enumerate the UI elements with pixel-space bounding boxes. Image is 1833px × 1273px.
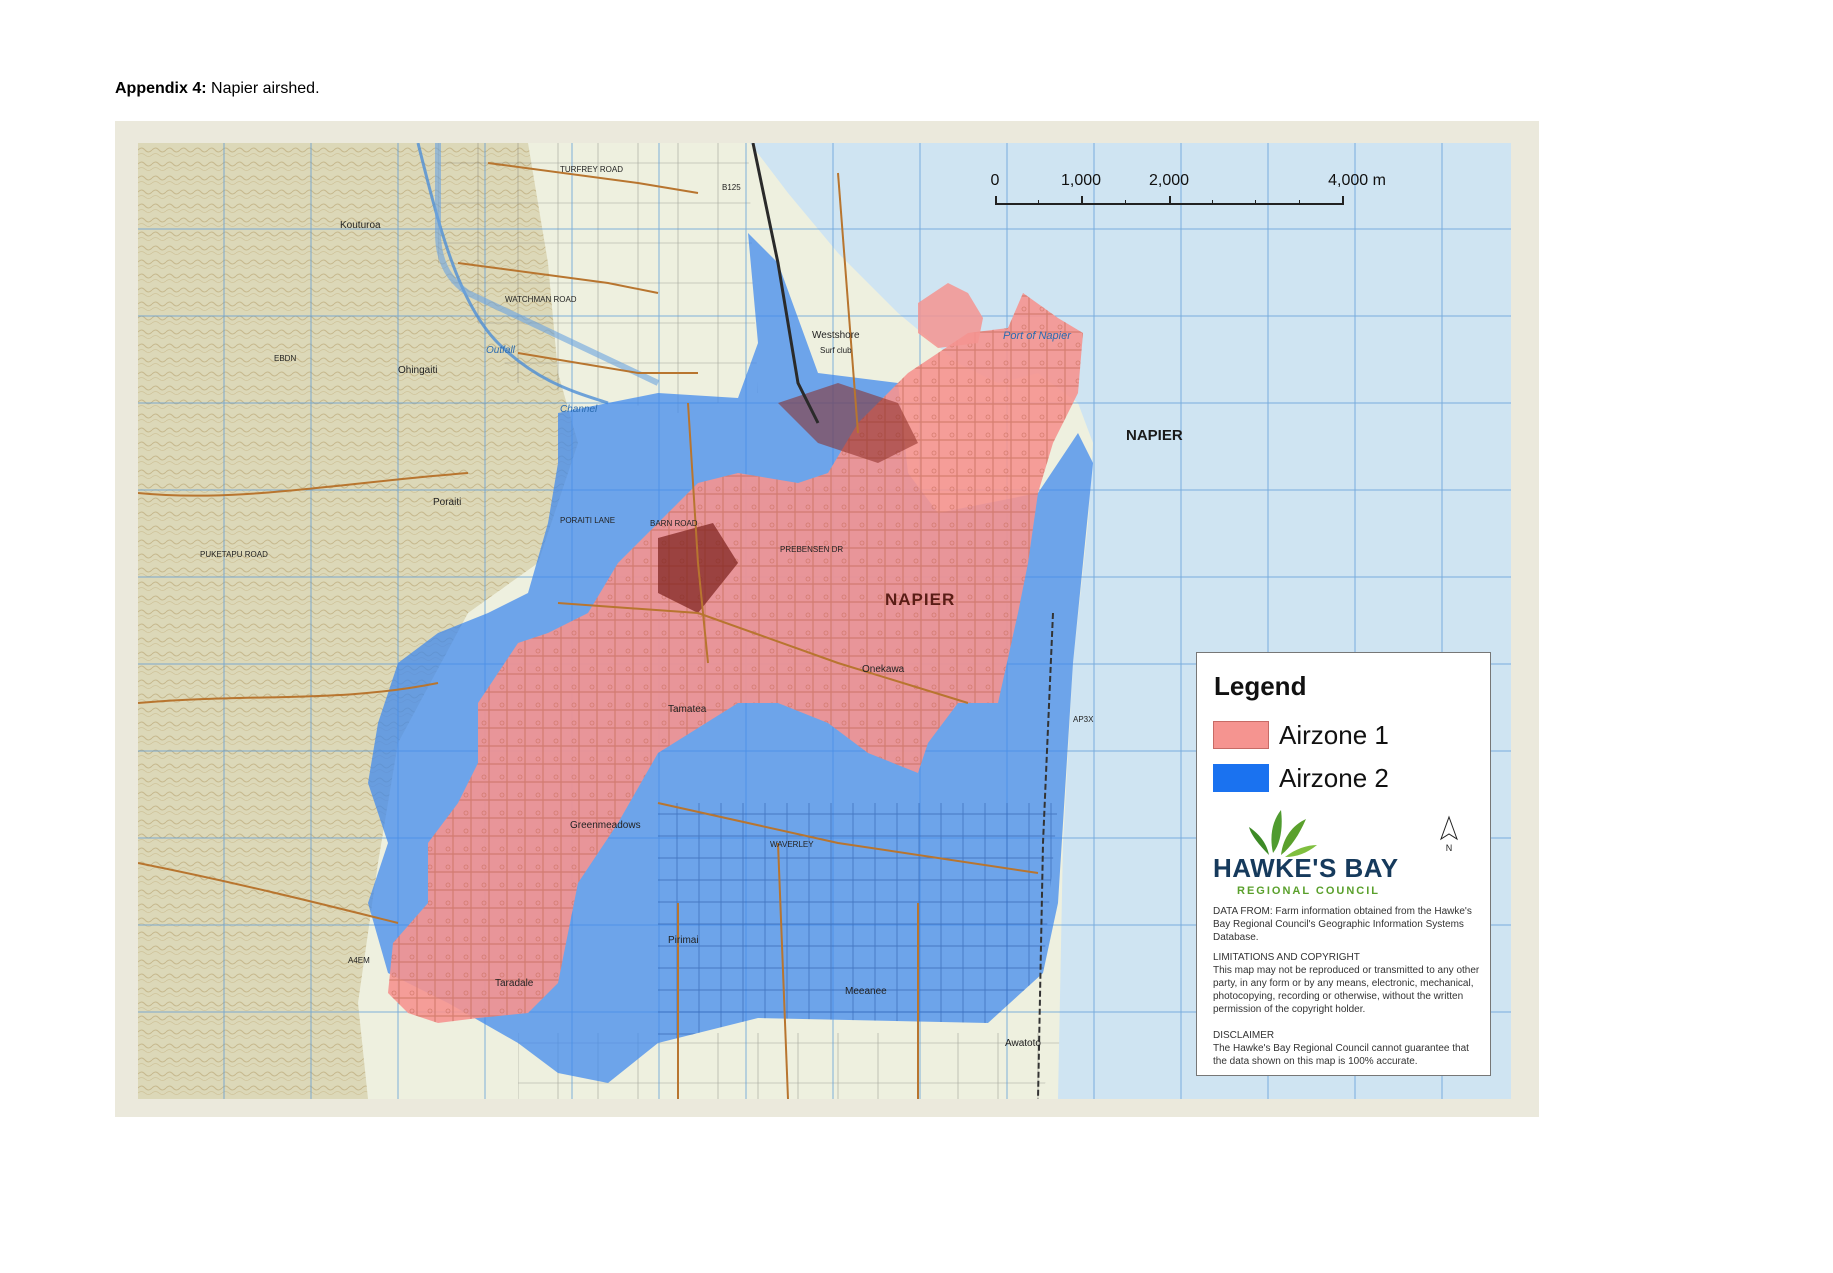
- label-poraiti: Poraiti: [433, 497, 462, 508]
- label-barn-road: BARN ROAD: [650, 519, 698, 528]
- north-arrow-icon: N: [1440, 815, 1458, 853]
- scale-label-2000: 2,000: [1148, 172, 1190, 189]
- label-b125: B125: [722, 183, 741, 192]
- label-tamatea: Tamatea: [668, 704, 707, 715]
- org-name: HAWKE'S BAY: [1213, 853, 1399, 883]
- limitations-text: This map may not be reproduced or transm…: [1213, 965, 1480, 1015]
- label-waverley: WAVERLEY: [770, 840, 814, 849]
- label-puketapu-road: PUKETAPU ROAD: [200, 550, 268, 559]
- label-pirimai: Pirimai: [668, 935, 699, 946]
- label-onekawa: Onekawa: [862, 664, 905, 675]
- scale-tick: [1255, 200, 1256, 205]
- label-a4em: A4EM: [348, 956, 370, 965]
- label-prebensen: PREBENSEN DR: [780, 545, 844, 554]
- label-napier-city: NAPIER: [885, 590, 956, 609]
- map-legend: Legend Airzone 1 Airzone 2 HAWKE'S BAY R…: [1196, 652, 1491, 1076]
- scale-tick: [995, 196, 997, 205]
- scale-tick: [1081, 196, 1083, 205]
- scale-label-1000: 1,000: [1060, 172, 1102, 189]
- label-ap3x: AP3X: [1073, 715, 1094, 724]
- caption-text: Napier airshed.: [206, 80, 320, 97]
- label-port: Port of Napier: [1003, 330, 1071, 342]
- label-taradale: Taradale: [495, 978, 534, 989]
- figure-caption: Appendix 4: Napier airshed.: [115, 80, 320, 98]
- scale-tick: [1212, 200, 1213, 205]
- label-outfall: Outfall: [486, 345, 515, 356]
- label-channel: Channel: [560, 404, 598, 415]
- caption-label: Appendix 4:: [115, 80, 207, 97]
- legend-swatch-airzone-2: [1213, 764, 1269, 792]
- limitations-title: LIMITATIONS AND COPYRIGHT: [1213, 952, 1360, 963]
- svg-text:N: N: [1446, 843, 1453, 853]
- scale-label-0: 0: [990, 172, 1000, 189]
- label-ohingaiti: Ohingaiti: [398, 365, 438, 376]
- label-westshore: Westshore: [812, 330, 860, 341]
- data-from-text: DATA FROM: Farm information obtained fro…: [1213, 906, 1472, 943]
- legend-label-airzone-2: Airzone 2: [1279, 763, 1389, 793]
- scale-bar: 0 1,000 2,000 4,000 m: [985, 172, 1386, 212]
- scale-tick: [1342, 196, 1344, 205]
- disclaimer-text: The Hawke's Bay Regional Council cannot …: [1213, 1043, 1469, 1067]
- label-kouturoa: Kouturoa: [340, 220, 381, 231]
- org-subtitle: REGIONAL COUNCIL: [1237, 885, 1381, 897]
- label-watchman-road: WATCHMAN ROAD: [505, 295, 577, 304]
- label-greenmeadows: Greenmeadows: [570, 820, 641, 831]
- scale-tick: [1038, 200, 1039, 205]
- label-ebdn: EBDN: [274, 354, 297, 363]
- label-awatoto: Awatoto: [1005, 1038, 1041, 1049]
- scale-label-4000: 4,000 m: [1328, 172, 1386, 189]
- legend-label-airzone-1: Airzone 1: [1279, 720, 1389, 750]
- disclaimer-title: DISCLAIMER: [1213, 1030, 1275, 1041]
- label-turfrey-road: TURFREY ROAD: [560, 165, 623, 174]
- label-poraiti-lane: PORAITI LANE: [560, 516, 616, 525]
- label-surf-club: Surf club: [820, 346, 852, 355]
- scale-tick: [1169, 196, 1171, 205]
- legend-swatch-airzone-1: [1213, 721, 1269, 749]
- scale-tick: [1125, 200, 1126, 205]
- legend-title: Legend: [1214, 671, 1307, 701]
- scale-tick: [1299, 200, 1300, 205]
- airzone-2-streets: [658, 803, 1058, 1043]
- label-meeanee: Meeanee: [845, 986, 887, 997]
- label-napier-coast: NAPIER: [1126, 427, 1183, 444]
